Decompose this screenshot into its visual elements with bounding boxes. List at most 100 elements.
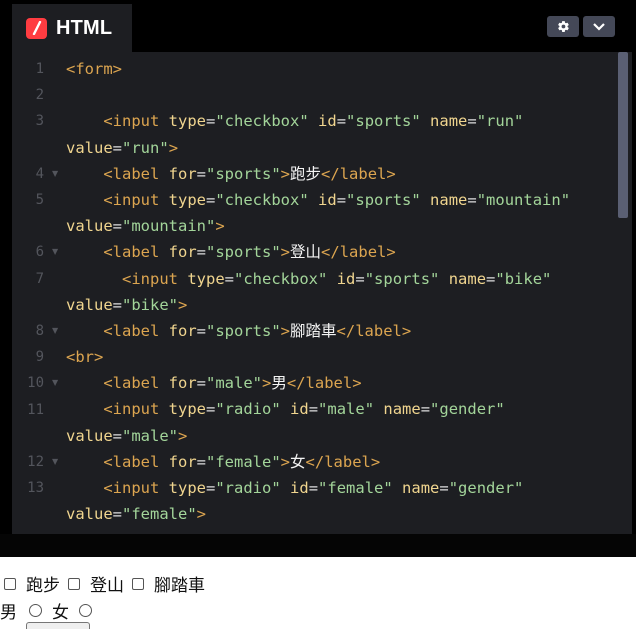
settings-button[interactable] bbox=[547, 16, 579, 37]
code-token: type bbox=[187, 269, 225, 288]
code-token: for bbox=[168, 321, 197, 340]
line-number: 6 bbox=[35, 244, 44, 261]
code-line[interactable]: <label for="male">男</label> bbox=[66, 370, 612, 396]
code-token: "female" bbox=[122, 505, 197, 524]
code-token: "checkbox" bbox=[215, 112, 309, 131]
code-token: value bbox=[66, 138, 113, 157]
line-number bbox=[12, 423, 44, 449]
code-token: name bbox=[402, 479, 440, 497]
mountain-label[interactable]: 登山 bbox=[90, 571, 124, 596]
code-line[interactable]: value="male"> bbox=[66, 423, 612, 449]
run-label[interactable]: 跑步 bbox=[26, 571, 60, 596]
code-line[interactable]: <input type="radio" id="female" name="ge… bbox=[66, 475, 612, 501]
collapse-editor-button[interactable] bbox=[583, 16, 615, 37]
code-token: = bbox=[467, 112, 477, 131]
code-line[interactable]: <input type="checkbox" id="sports" name=… bbox=[66, 108, 612, 134]
line-number: 3 bbox=[35, 113, 44, 130]
code-token: "sports" bbox=[346, 112, 421, 131]
code-token: type bbox=[168, 479, 206, 497]
html-tab[interactable]: HTML bbox=[12, 4, 132, 52]
code-token: = bbox=[467, 190, 477, 209]
fold-arrow-icon[interactable]: ▼ bbox=[52, 161, 58, 187]
code-token: > bbox=[280, 452, 291, 471]
code-line[interactable]: value="bike"> bbox=[66, 292, 612, 318]
code-area[interactable]: 1 2 3 4 ▼ 5 6 ▼ 7 8 ▼ 9 10 ▼ 11 12 ▼ 13 <form> <input typ… bbox=[12, 52, 632, 534]
male-label[interactable]: 男 bbox=[0, 598, 17, 623]
code-line[interactable]: <form> bbox=[66, 56, 612, 82]
fold-arrow-icon[interactable]: ▼ bbox=[52, 370, 58, 396]
code-token: <label bbox=[103, 374, 160, 393]
code-token: "mountain" bbox=[122, 217, 216, 236]
code-token: "bike" bbox=[122, 295, 179, 314]
html-language-icon bbox=[26, 17, 47, 39]
code-token: id bbox=[318, 112, 337, 131]
line-number: 12 bbox=[27, 454, 44, 470]
code-line[interactable]: value="female"> bbox=[66, 501, 612, 527]
fold-arrow-icon[interactable]: ▼ bbox=[52, 239, 58, 265]
fold-arrow-icon[interactable]: ▼ bbox=[52, 318, 58, 344]
code-line[interactable]: <br> bbox=[66, 344, 612, 370]
code-token: "checkbox" bbox=[234, 269, 328, 288]
female-radio[interactable] bbox=[79, 604, 92, 617]
bike-checkbox[interactable] bbox=[132, 577, 144, 590]
code-line[interactable]: <input type="checkbox" id="sports" name=… bbox=[66, 187, 612, 213]
code-token: = bbox=[206, 190, 216, 209]
code-line[interactable]: <label for="female">女</label> bbox=[66, 449, 612, 475]
fold-arrow-icon[interactable]: ▼ bbox=[52, 449, 58, 475]
tab-title: HTML bbox=[56, 16, 113, 39]
code-line[interactable]: <label for="sports">登山</label> bbox=[66, 239, 612, 265]
bike-label[interactable]: 腳踏車 bbox=[154, 571, 205, 596]
vertical-scrollbar[interactable] bbox=[618, 52, 628, 218]
line-number bbox=[12, 135, 44, 161]
line-number: 9 bbox=[35, 349, 44, 366]
line-number: 8 bbox=[35, 323, 44, 339]
line-number bbox=[12, 292, 44, 318]
code-editor-panel: HTML 1 2 3 4 ▼ 5 6 ▼ 7 8 ▼ 9 10 ▼ 11 12 ▼ 13 <form> <inpu… bbox=[0, 0, 636, 557]
male-radio[interactable] bbox=[29, 604, 42, 617]
code-line[interactable] bbox=[66, 82, 612, 108]
panel-divider[interactable] bbox=[0, 534, 636, 557]
code-token: <input bbox=[103, 190, 160, 209]
code-line[interactable]: <label for="sports">腳踏車</label> bbox=[66, 318, 612, 344]
code-token: "female" bbox=[206, 452, 281, 471]
code-token: > bbox=[280, 243, 291, 262]
code-token: = bbox=[486, 269, 496, 288]
code-token: "sports" bbox=[206, 321, 281, 340]
code-token: "run" bbox=[122, 138, 169, 157]
submit-button[interactable] bbox=[26, 622, 90, 629]
code-line[interactable]: <input type="checkbox" id="sports" name=… bbox=[66, 266, 612, 292]
code-token: > bbox=[215, 217, 225, 236]
run-checkbox[interactable] bbox=[4, 577, 16, 590]
female-label[interactable]: 女 bbox=[52, 598, 69, 623]
code-token: 男 bbox=[271, 374, 287, 393]
code-token: </label> bbox=[321, 243, 396, 262]
mountain-checkbox[interactable] bbox=[68, 577, 80, 590]
code-line[interactable]: value="mountain"> bbox=[66, 213, 612, 239]
code-line[interactable]: <label for="sports">跑步</label> bbox=[66, 161, 612, 187]
code-token: > bbox=[196, 505, 207, 524]
code-token: id bbox=[318, 190, 337, 209]
code-line[interactable]: value="run"> bbox=[66, 135, 612, 161]
radio-row: 男 女 bbox=[0, 598, 92, 623]
code-token: "checkbox" bbox=[215, 190, 309, 209]
code-token: </label> bbox=[305, 452, 381, 471]
code-token: 腳踏車 bbox=[290, 321, 337, 340]
code-token: id bbox=[336, 269, 356, 288]
line-number: 11 bbox=[27, 401, 44, 418]
code-text[interactable]: <form> <input type="checkbox" id="sports… bbox=[66, 56, 612, 527]
code-token: "female" bbox=[318, 479, 393, 497]
code-token: = bbox=[196, 452, 207, 471]
code-line[interactable]: <input type="radio" id="male" name="gend… bbox=[66, 396, 612, 422]
code-token: <label bbox=[103, 321, 160, 340]
